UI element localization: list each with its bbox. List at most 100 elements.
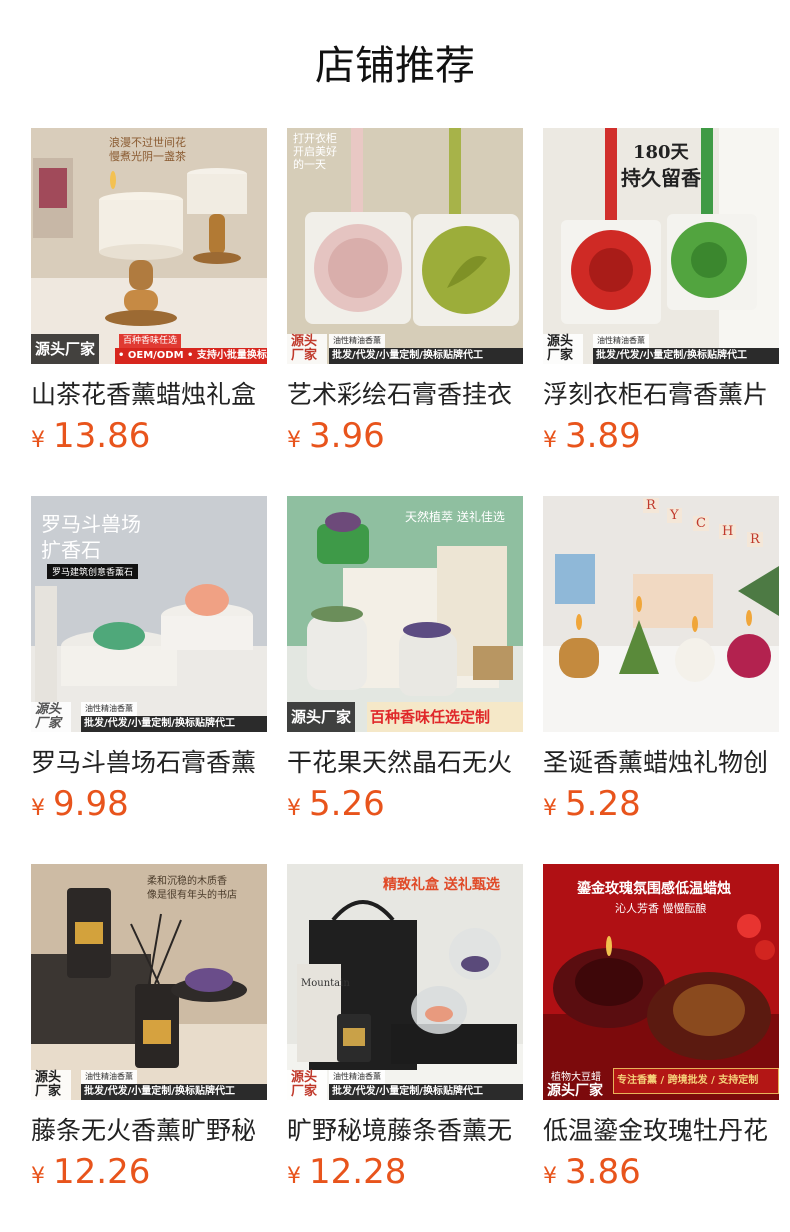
currency-symbol: ¥: [31, 1164, 45, 1189]
brand-tag: 源头厂家: [287, 1070, 327, 1100]
product-name[interactable]: 圣诞香薰蜡烛礼物创: [543, 746, 779, 780]
image-caption: 慢煮光阴一盏茶: [109, 150, 186, 163]
product-price: ¥12.28: [287, 1152, 406, 1192]
product-image[interactable]: 180天 持久留香 源头厂家 油性精油香薰 批发/代发/小量定制/换标贴牌代工: [543, 128, 779, 364]
product-image[interactable]: 鎏金玫瑰氛围感低温蜡烛 沁人芳香 慢慢酝酿 植物大豆蜡 源头厂家 专注香薰 / …: [543, 864, 779, 1100]
product-name[interactable]: 藤条无火香薰旷野秘: [31, 1114, 267, 1148]
tag-bottom: 百种香味任选定制: [367, 702, 523, 732]
product-name[interactable]: 艺术彩绘石膏香挂衣: [287, 378, 523, 412]
image-caption: Mountain: [301, 978, 350, 989]
currency-symbol: ¥: [543, 796, 557, 821]
tag-top: 百种香味任选: [119, 334, 182, 348]
image-caption: 植物大豆蜡: [551, 1072, 601, 1083]
brand-tag: 源头厂家: [287, 334, 327, 364]
product-card[interactable]: 天然植萃 送礼佳选 源头厂家 百种香味任选定制 干花果天然晶石无火 ¥5.26: [287, 496, 523, 826]
product-price: ¥3.96: [287, 416, 385, 456]
product-card[interactable]: 罗马斗兽场 扩香石 罗马建筑创意香薰石 源头厂家 油性精油香薰 批发/代发/小量…: [31, 496, 267, 826]
image-caption: 持久留香: [621, 166, 701, 190]
product-name[interactable]: 旷野秘境藤条香薰无: [287, 1114, 523, 1148]
image-caption: 罗马建筑创意香薰石: [47, 564, 139, 579]
image-caption: 180天: [633, 142, 689, 163]
product-price: ¥3.86: [543, 1152, 641, 1192]
brand-tag: 源头厂家: [543, 334, 583, 364]
image-caption: R: [747, 532, 763, 547]
product-image[interactable]: 浪漫不过世间花 慢煮光阴一盏茶 源头厂家 百种香味任选 • OEM/ODM • …: [31, 128, 267, 364]
image-caption: C: [693, 516, 709, 531]
price-value: 9.98: [53, 784, 129, 824]
tag-top: 油性精油香薰: [329, 1070, 385, 1084]
product-image[interactable]: 天然植萃 送礼佳选 源头厂家 百种香味任选定制: [287, 496, 523, 732]
tag-top: 油性精油香薰: [329, 334, 385, 348]
brand-tag: 源头厂家: [31, 334, 100, 364]
brand-tag: 源头厂家: [547, 1083, 603, 1099]
tag-bottom: 专注香薰 / 跨境批发 / 支持定制: [613, 1068, 779, 1094]
product-price: ¥3.89: [543, 416, 641, 456]
product-name[interactable]: 干花果天然晶石无火: [287, 746, 523, 780]
price-value: 3.86: [565, 1152, 641, 1192]
product-image[interactable]: R Y C H R: [543, 496, 779, 732]
product-card[interactable]: 鎏金玫瑰氛围感低温蜡烛 沁人芳香 慢慢酝酿 植物大豆蜡 源头厂家 专注香薰 / …: [543, 864, 779, 1194]
product-image[interactable]: 打开衣柜 开启美好 的一天 源头厂家 油性精油香薰 批发/代发/小量定制/换标贴…: [287, 128, 523, 364]
tag-bottom: 批发/代发/小量定制/换标贴牌代工: [329, 348, 523, 364]
tag-top: 油性精油香薰: [81, 1070, 137, 1084]
currency-symbol: ¥: [31, 428, 45, 453]
product-name[interactable]: 罗马斗兽场石膏香薰: [31, 746, 267, 780]
tag-bottom: 批发/代发/小量定制/换标贴牌代工: [593, 348, 779, 364]
tag-bottom: 批发/代发/小量定制/换标贴牌代工: [81, 1084, 267, 1100]
product-card[interactable]: 柔和沉稳的木质香 像是很有年头的书店 源头厂家 油性精油香薰 批发/代发/小量定…: [31, 864, 267, 1194]
tag-bottom: • OEM/ODM • 支持小批量换标: [115, 348, 267, 364]
price-value: 13.86: [53, 416, 151, 456]
product-card[interactable]: 180天 持久留香 源头厂家 油性精油香薰 批发/代发/小量定制/换标贴牌代工 …: [543, 128, 779, 458]
brand-tag: 源头厂家: [31, 702, 71, 732]
product-name[interactable]: 低温鎏金玫瑰牡丹花: [543, 1114, 779, 1148]
product-card[interactable]: 打开衣柜 开启美好 的一天 源头厂家 油性精油香薰 批发/代发/小量定制/换标贴…: [287, 128, 523, 458]
product-image[interactable]: 精致礼盒 送礼甄选 Mountain 源头厂家 油性精油香薰 批发/代发/小量定…: [287, 864, 523, 1100]
price-value: 5.26: [309, 784, 385, 824]
image-caption: 扩香石: [41, 538, 101, 562]
price-value: 3.96: [309, 416, 385, 456]
image-caption: 柔和沉稳的木质香: [147, 876, 227, 887]
image-caption: 罗马斗兽场: [41, 512, 141, 536]
image-caption: 天然植萃 送礼佳选: [405, 510, 505, 524]
product-price: ¥5.26: [287, 784, 385, 824]
product-price: ¥12.26: [31, 1152, 150, 1192]
tag-bottom: 批发/代发/小量定制/换标贴牌代工: [329, 1084, 523, 1100]
crystal-pot-icon: [287, 496, 523, 732]
product-card[interactable]: R Y C H R 圣诞香薰蜡烛礼物创 ¥5.28: [543, 496, 779, 826]
image-caption: R: [643, 498, 659, 513]
price-value: 12.28: [309, 1152, 407, 1192]
brand-tag: 源头厂家: [287, 702, 356, 732]
product-name[interactable]: 浮刻衣柜石膏香薰片: [543, 378, 779, 412]
product-name[interactable]: 山茶花香薰蜡烛礼盒: [31, 378, 267, 412]
product-card[interactable]: 浪漫不过世间花 慢煮光阴一盏茶 源头厂家 百种香味任选 • OEM/ODM • …: [31, 128, 267, 458]
image-caption: Y: [667, 508, 682, 523]
product-price: ¥9.98: [31, 784, 129, 824]
product-image[interactable]: 柔和沉稳的木质香 像是很有年头的书店 源头厂家 油性精油香薰 批发/代发/小量定…: [31, 864, 267, 1100]
product-price: ¥5.28: [543, 784, 641, 824]
product-card[interactable]: 精致礼盒 送礼甄选 Mountain 源头厂家 油性精油香薰 批发/代发/小量定…: [287, 864, 523, 1194]
currency-symbol: ¥: [543, 1164, 557, 1189]
image-caption: 鎏金玫瑰氛围感低温蜡烛: [577, 881, 731, 897]
image-caption: H: [719, 524, 737, 539]
image-caption: 像是很有年头的书店: [147, 890, 237, 901]
tag-top: 油性精油香薰: [81, 702, 137, 716]
price-value: 3.89: [565, 416, 641, 456]
brand-tag: 源头厂家: [31, 1070, 71, 1100]
tag-bottom: 批发/代发/小量定制/换标贴牌代工: [81, 716, 267, 732]
image-caption: 沁人芳香 慢慢酝酿: [615, 902, 707, 915]
currency-symbol: ¥: [287, 428, 301, 453]
product-image[interactable]: 罗马斗兽场 扩香石 罗马建筑创意香薰石 源头厂家 油性精油香薰 批发/代发/小量…: [31, 496, 267, 732]
price-value: 12.26: [53, 1152, 151, 1192]
product-price: ¥13.86: [31, 416, 150, 456]
tag-top: 油性精油香薰: [593, 334, 649, 348]
christmas-candle-icon: [543, 496, 779, 732]
currency-symbol: ¥: [287, 1164, 301, 1189]
image-caption: 精致礼盒 送礼甄选: [383, 877, 500, 893]
currency-symbol: ¥: [31, 796, 45, 821]
image-caption: 打开衣柜: [293, 132, 337, 145]
price-value: 5.28: [565, 784, 641, 824]
currency-symbol: ¥: [543, 428, 557, 453]
currency-symbol: ¥: [287, 796, 301, 821]
image-caption: 开启美好: [293, 145, 337, 158]
page-title: 店铺推荐: [315, 43, 475, 89]
